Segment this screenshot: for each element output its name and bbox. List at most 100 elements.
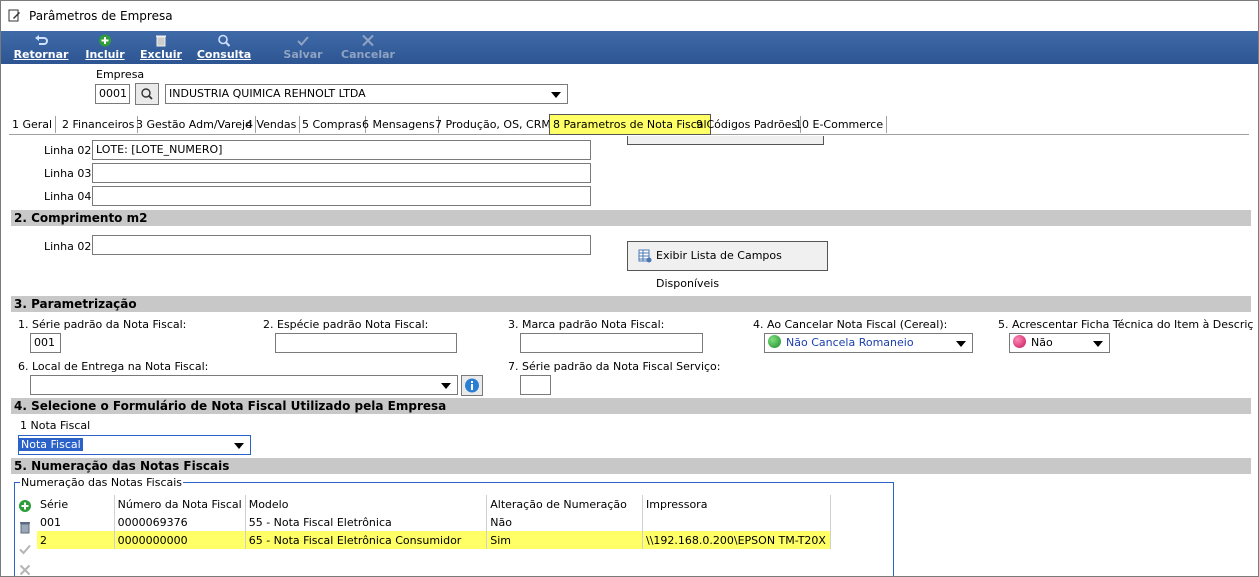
chevron-down-icon bbox=[1093, 341, 1103, 347]
chevron-down-icon bbox=[551, 92, 561, 98]
chevron-down-icon bbox=[441, 383, 451, 389]
col-header-alteracao[interactable]: Alteração de Numeração bbox=[486, 495, 643, 513]
title-bar: Parâmetros de Empresa bbox=[1, 1, 1258, 31]
col-header-serie[interactable]: Série bbox=[37, 495, 115, 513]
lote-linha02-input[interactable]: LOTE: [LOTE_NUMERO] bbox=[92, 140, 591, 160]
green-status-icon bbox=[768, 335, 781, 348]
consulta-button[interactable]: Consulta bbox=[195, 31, 253, 64]
empresa-name-select[interactable]: INDUSTRIA QUIMICA REHNOLT LTDA bbox=[165, 84, 568, 104]
ficha-tecnica-select[interactable]: Não bbox=[1009, 333, 1110, 353]
trash-icon bbox=[156, 35, 166, 47]
incluir-button[interactable]: Incluir bbox=[81, 31, 129, 64]
section-formulario: 4. Selecione o Formulário de Nota Fiscal… bbox=[11, 398, 1251, 414]
tab-mensagens[interactable]: 6 Mensagens bbox=[359, 116, 439, 133]
tab-bar: 1 Geral 2 Financeiros 3 Gestão Adm/Varej… bbox=[9, 114, 1249, 135]
return-arrow-icon bbox=[35, 35, 48, 45]
tab-compras[interactable]: 5 Compras bbox=[299, 116, 366, 133]
hidden-button-edge bbox=[627, 136, 824, 145]
ficha-tecnica-label: 5. Acrescentar Ficha Técnica do Item à D… bbox=[998, 318, 1254, 331]
tab-geral[interactable]: 1 Geral bbox=[9, 116, 57, 133]
close-icon[interactable] bbox=[18, 563, 32, 577]
cell-serie[interactable]: 2 bbox=[37, 531, 115, 549]
window-title: Parâmetros de Empresa bbox=[29, 9, 173, 23]
comprimento-linha02-input[interactable] bbox=[92, 235, 591, 255]
col-header-impressora[interactable]: Impressora bbox=[642, 495, 831, 513]
numeracao-group-label: Numeração das Notas Fiscais bbox=[20, 476, 184, 489]
grid-side-toolbar bbox=[16, 497, 34, 577]
section-comprimento: 2. Comprimento m2 bbox=[11, 210, 1251, 226]
info-icon bbox=[465, 378, 479, 393]
add-circle-icon bbox=[99, 34, 111, 47]
list-grid-icon bbox=[638, 249, 652, 263]
numeracao-grid-container: Série Número da Nota Fiscal Modelo Alter… bbox=[37, 495, 837, 576]
edit-document-icon bbox=[8, 9, 20, 22]
col-header-modelo[interactable]: Modelo bbox=[245, 495, 488, 513]
linha02-label: Linha 02 bbox=[44, 144, 92, 157]
info-button[interactable] bbox=[461, 375, 483, 396]
grid-header-row: Série Número da Nota Fiscal Modelo Alter… bbox=[37, 495, 831, 513]
checkmark-icon[interactable] bbox=[18, 542, 32, 556]
cell-impressora[interactable] bbox=[642, 513, 831, 531]
tab-parametros-nota-fiscal[interactable]: 8 Parametros de Nota Fiscal bbox=[549, 114, 711, 135]
main-window: Parâmetros de Empresa Retornar Incluir E… bbox=[0, 0, 1259, 577]
nota-fiscal-select[interactable]: Nota Fiscal bbox=[18, 435, 251, 455]
section-numeracao: 5. Numeração das Notas Fiscais bbox=[11, 458, 1251, 474]
marca-label: 3. Marca padrão Nota Fiscal: bbox=[508, 318, 665, 331]
search-icon bbox=[141, 88, 153, 100]
serie-label: 1. Série padrão da Nota Fiscal: bbox=[18, 318, 187, 331]
lote-linha04-input[interactable] bbox=[92, 186, 591, 206]
empresa-code-field[interactable]: 0001 bbox=[95, 84, 130, 104]
toolbar: Retornar Incluir Excluir Consulta Salvar… bbox=[1, 31, 1258, 64]
cell-alteracao[interactable]: Não bbox=[486, 513, 643, 531]
cancelar-nf-label: 4. Ao Cancelar Nota Fiscal (Cereal): bbox=[753, 318, 948, 331]
cell-alteracao[interactable]: Sim bbox=[486, 531, 643, 549]
marca-input[interactable] bbox=[520, 333, 703, 353]
tab-codigos-padroes[interactable]: 9 Códigos Padrões bbox=[693, 116, 802, 133]
salvar-button[interactable]: Salvar bbox=[279, 31, 327, 64]
section-parametrizacao: 3. Parametrização bbox=[11, 296, 1251, 312]
cell-numero[interactable]: 0000069376 bbox=[114, 513, 246, 531]
serie-input[interactable]: 001 bbox=[30, 333, 61, 353]
especie-label: 2. Espécie padrão Nota Fiscal: bbox=[263, 318, 429, 331]
cell-modelo[interactable]: 65 - Nota Fiscal Eletrônica Consumidor bbox=[245, 531, 488, 549]
tab-financeiros[interactable]: 2 Financeiros bbox=[59, 116, 139, 133]
tab-producao[interactable]: 7 Produção, OS, CRM bbox=[432, 116, 555, 133]
comprimento-linha02-label: Linha 02 bbox=[44, 240, 92, 253]
red-status-icon bbox=[1013, 335, 1026, 348]
cancelar-nf-select[interactable]: Não Cancela Romaneio bbox=[764, 333, 973, 353]
numeracao-grid: Série Número da Nota Fiscal Modelo Alter… bbox=[37, 495, 831, 549]
cell-modelo[interactable]: 55 - Nota Fiscal Eletrônica bbox=[245, 513, 488, 531]
local-entrega-select[interactable] bbox=[30, 375, 458, 395]
empresa-search-button[interactable] bbox=[135, 83, 159, 105]
cancelar-button[interactable]: Cancelar bbox=[339, 31, 397, 64]
exibir-campos-button[interactable]: Exibir Lista de Campos Disponíveis bbox=[627, 241, 828, 290]
nota-fiscal-label: 1 Nota Fiscal bbox=[20, 419, 91, 432]
add-circle-icon[interactable] bbox=[18, 499, 32, 513]
chevron-down-icon bbox=[956, 341, 966, 347]
cell-numero[interactable]: 0000000000 bbox=[114, 531, 246, 549]
cell-serie[interactable]: 001 bbox=[37, 513, 115, 531]
excluir-button[interactable]: Excluir bbox=[137, 31, 185, 64]
chevron-down-icon bbox=[234, 443, 244, 449]
retornar-button[interactable]: Retornar bbox=[9, 31, 73, 64]
empresa-name-value: INDUSTRIA QUIMICA REHNOLT LTDA bbox=[169, 87, 366, 100]
serie-servico-label: 7. Série padrão da Nota Fiscal Serviço: bbox=[508, 360, 721, 373]
empresa-label: Empresa bbox=[96, 68, 145, 81]
search-icon bbox=[218, 34, 231, 47]
tab-ecommerce[interactable]: 10 E-Commerce bbox=[792, 116, 888, 133]
cell-impressora[interactable]: \\192.168.0.200\EPSON TM-T20X Re bbox=[642, 531, 831, 549]
close-icon bbox=[362, 34, 374, 47]
col-header-numero[interactable]: Número da Nota Fiscal bbox=[114, 495, 246, 513]
local-entrega-label: 6. Local de Entrega na Nota Fiscal: bbox=[18, 360, 209, 373]
tab-gestao[interactable]: 3 Gestão Adm/Varejo bbox=[133, 116, 256, 133]
checkmark-icon bbox=[297, 36, 309, 46]
table-row[interactable]: 001 0000069376 55 - Nota Fiscal Eletrôni… bbox=[37, 513, 831, 531]
lote-linha03-input[interactable] bbox=[92, 163, 591, 183]
linha03-label: Linha 03 bbox=[44, 167, 92, 180]
serie-servico-input[interactable] bbox=[520, 375, 551, 395]
especie-input[interactable] bbox=[275, 333, 457, 353]
linha04-label: Linha 04 bbox=[44, 190, 92, 203]
table-row-selected[interactable]: 2 0000000000 65 - Nota Fiscal Eletrônica… bbox=[37, 531, 831, 549]
tab-vendas[interactable]: 4 Vendas bbox=[243, 116, 301, 133]
trash-icon[interactable] bbox=[18, 520, 32, 534]
